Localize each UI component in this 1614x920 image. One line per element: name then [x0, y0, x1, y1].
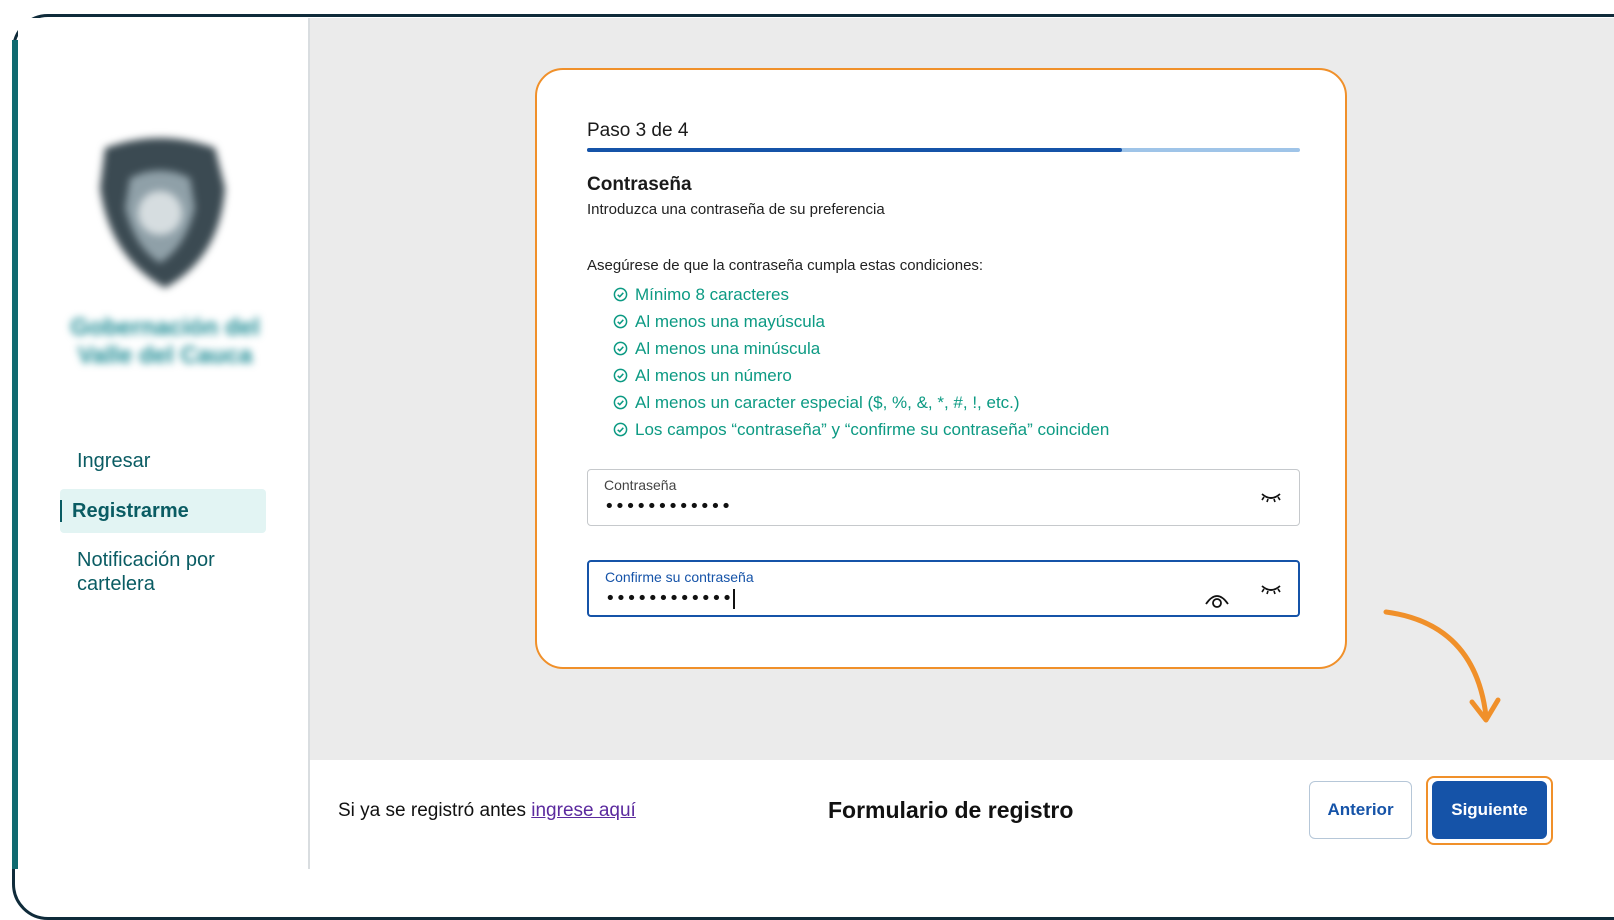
arrow-annotation-icon — [1383, 609, 1501, 723]
sidebar-item-label: Ingresar — [77, 450, 151, 472]
password-value: •••••••••••• — [604, 496, 732, 517]
sidebar-item-ingresar[interactable]: Ingresar — [60, 449, 300, 473]
condition-item: Mínimo 8 caracteres — [613, 281, 1109, 308]
check-circle-icon — [613, 314, 628, 329]
condition-item: Al menos una minúscula — [613, 335, 1109, 362]
sidebar-item-label: Notificación por cartelera — [77, 549, 215, 595]
registration-card: Paso 3 de 4 Contraseña Introduzca una co… — [535, 68, 1347, 669]
previous-button[interactable]: Anterior — [1309, 781, 1412, 839]
login-prompt-text: Si ya se registró antes — [338, 800, 532, 821]
eye-open-icon[interactable] — [1204, 589, 1230, 611]
section-subtitle: Introduzca una contraseña de su preferen… — [587, 201, 885, 218]
sidebar-item-registrarme[interactable]: Registrarme — [60, 489, 266, 533]
form-title: Formulario de registro — [828, 797, 1074, 823]
condition-text: Al menos una minúscula — [635, 338, 821, 358]
check-circle-icon — [613, 422, 628, 437]
confirm-password-label: Confirme su contraseña — [605, 569, 754, 585]
condition-text: Al menos una mayúscula — [635, 311, 825, 331]
check-circle-icon — [613, 341, 628, 356]
eye-closed-icon[interactable] — [1258, 487, 1284, 509]
login-prompt: Si ya se registró antes ingrese aquí — [338, 800, 636, 822]
check-circle-icon — [613, 287, 628, 302]
confirm-password-text: •••••••••••• — [605, 588, 733, 609]
step-indicator: Paso 3 de 4 — [587, 120, 689, 141]
condition-text: Los campos “contraseña” y “confirme su c… — [635, 419, 1110, 439]
password-label: Contraseña — [604, 477, 677, 493]
condition-text: Mínimo 8 caracteres — [635, 284, 789, 304]
sidebar: Gobernación del Valle del Cauca Ingresar… — [18, 18, 310, 869]
condition-item: Al menos una mayúscula — [613, 308, 1109, 335]
check-circle-icon — [613, 395, 628, 410]
password-field[interactable]: Contraseña •••••••••••• — [587, 469, 1300, 526]
condition-text: Al menos un número — [635, 365, 792, 385]
condition-item: Los campos “contraseña” y “confirme su c… — [613, 416, 1109, 443]
footer-bar: Si ya se registró antes ingrese aquí For… — [310, 760, 1614, 869]
condition-text: Al menos un caracter especial ($, %, &, … — [635, 392, 1020, 412]
progress-fill — [587, 148, 1122, 152]
section-title: Contraseña — [587, 174, 692, 195]
logo-text: Gobernación del Valle del Cauca — [70, 314, 260, 369]
confirm-password-value: •••••••••••• — [605, 588, 736, 609]
government-shield-logo — [100, 138, 225, 288]
login-link[interactable]: ingrese aquí — [531, 800, 636, 821]
progress-bar — [587, 148, 1300, 152]
eye-closed-icon[interactable] — [1258, 579, 1284, 601]
check-circle-icon — [613, 368, 628, 383]
condition-item: Al menos un caracter especial ($, %, &, … — [613, 389, 1109, 416]
conditions-intro: Asegúrese de que la contraseña cumpla es… — [587, 257, 984, 274]
sidebar-item-label: Registrarme — [72, 500, 189, 522]
next-button[interactable]: Siguiente — [1432, 781, 1547, 839]
sidebar-item-notificacion[interactable]: Notificación por cartelera — [60, 548, 264, 596]
text-caret — [733, 589, 736, 609]
conditions-list: Mínimo 8 caracteres Al menos una mayúscu… — [613, 281, 1109, 443]
confirm-password-field[interactable]: Confirme su contraseña •••••••••••• — [587, 560, 1300, 617]
condition-item: Al menos un número — [613, 362, 1109, 389]
